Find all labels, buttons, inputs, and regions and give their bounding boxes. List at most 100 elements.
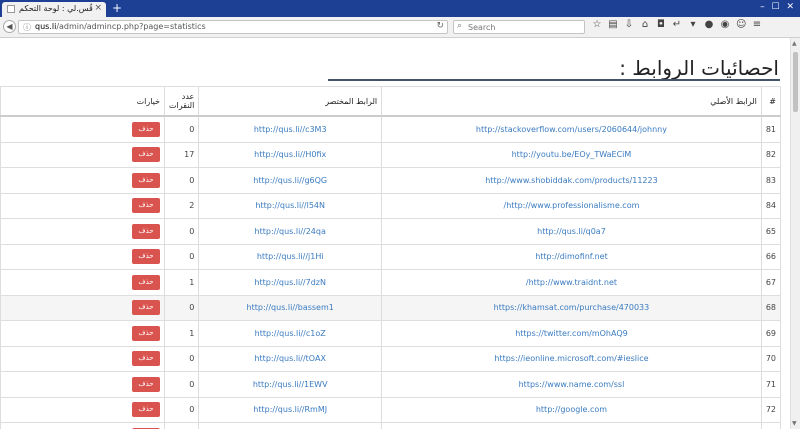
table-row: 83 http://www.shobiddak.com/products/1122… [0, 167, 782, 194]
tab-title: قُس.لي : لوحة التحكم [19, 4, 93, 13]
reload-icon[interactable]: ↻ [436, 21, 444, 31]
table-row: 70 https://ieonline.microsoft.com/#ieslic… [0, 345, 782, 372]
short-link-cell: http://qus.li//bassem1 [198, 294, 383, 321]
delete-button[interactable]: حذف [132, 198, 160, 214]
short-link[interactable]: http://qus.li//24qa [255, 227, 326, 236]
short-link[interactable]: http://qus.li//c3M3 [254, 125, 327, 134]
original-link[interactable]: http://www.professionalisme.com/ [504, 201, 640, 210]
short-link-cell [198, 422, 383, 429]
table-row: 71 https://www.name.com/ssl http://qus.li/… [0, 371, 782, 398]
short-link-cell: http://qus.li//tOAX [198, 345, 383, 372]
header-original-link: الرابط الأصلي [381, 86, 762, 117]
header-short-link: الرابط المختصر [198, 86, 383, 117]
original-link-cell: https://twitter.com/mOhAQ9 [381, 320, 762, 347]
menu-icon[interactable]: ≡ [752, 19, 762, 30]
delete-button[interactable]: حذف [132, 402, 160, 418]
row-index: 66 [760, 243, 782, 270]
delete-button[interactable]: حذف [132, 249, 160, 265]
original-link[interactable]: http://google.com [536, 405, 607, 414]
back-button-icon[interactable]: ◀ [3, 20, 16, 33]
window-controls[interactable]: – ☐ ✕ [760, 2, 796, 12]
page-scrollbar[interactable]: ▲ ▼ [790, 38, 800, 429]
original-link[interactable]: http://qus.li/q0a7 [537, 227, 606, 236]
delete-button[interactable]: حذف [132, 223, 160, 239]
browser-tab[interactable]: قُس.لي : لوحة التحكم × [2, 2, 106, 17]
original-link-cell: http://www.traidnt.net/ [381, 269, 762, 296]
short-link[interactable]: http://qus.li//c1oZ [255, 329, 326, 338]
search-input[interactable] [468, 21, 578, 33]
row-index: 83 [760, 167, 782, 194]
original-link[interactable]: http://youtu.be/EOy_TWaECiM [512, 150, 632, 159]
scroll-down-icon[interactable]: ▼ [792, 420, 797, 427]
click-count: 0 [163, 218, 200, 245]
tab-close-icon[interactable]: × [94, 3, 102, 13]
delete-button[interactable]: حذف [132, 121, 160, 137]
download-icon[interactable]: ⇩ [624, 19, 634, 30]
options-cell: حذف [0, 192, 165, 219]
smiley-icon[interactable]: ☺ [736, 19, 746, 30]
star-icon[interactable]: ☆ [592, 19, 602, 30]
scroll-up-icon[interactable]: ▲ [792, 40, 797, 47]
url-path: /admin/admincp.php?page=statistics [56, 22, 206, 31]
toolbar-icons: ☆ ▤ ⇩ ⌂ ◘ ↵ ▾ ● ◉ ☺ ≡ [592, 19, 762, 30]
delete-button[interactable]: حذف [132, 376, 160, 392]
original-link[interactable]: https://ieonline.microsoft.com/#ieslice [494, 354, 648, 363]
table-row: 72 http://google.com http://qus.li//RmMJ 0 ح… [0, 396, 782, 423]
home-icon[interactable]: ⌂ [640, 19, 650, 30]
page-title: احصائيات الروابط : [619, 56, 779, 80]
click-count: 2 [163, 192, 200, 219]
original-link-cell: http://www.professionalisme.com/ [381, 192, 762, 219]
click-count: 0 [163, 115, 200, 143]
short-link[interactable]: http://qus.li//bassem1 [247, 303, 334, 312]
scrollbar-thumb[interactable] [793, 52, 798, 112]
search-bar[interactable]: ⌕ [453, 20, 585, 34]
row-index: 68 [760, 294, 782, 321]
original-link[interactable]: http://www.shobiddak.com/products/11223 [485, 176, 657, 185]
url-bar[interactable]: ⓘ qus.li/admin/admincp.php?page=statisti… [18, 20, 448, 34]
options-cell: حذف [0, 167, 165, 194]
original-link[interactable]: https://khamsat.com/purchase/470033 [494, 303, 650, 312]
table-row: 73 حذف [0, 422, 782, 429]
click-count: 1 [163, 320, 200, 347]
original-link-cell: https://www.name.com/ssl [381, 371, 762, 398]
original-link[interactable]: http://dimofinf.net [535, 252, 608, 261]
original-link[interactable]: http://stackoverflow.com/users/2060644/j… [476, 125, 667, 134]
info-icon[interactable]: ⓘ [23, 22, 31, 33]
url-domain: qus.li [35, 22, 57, 31]
clipboard-icon[interactable]: ▤ [608, 19, 618, 30]
original-link[interactable]: http://www.traidnt.net/ [526, 278, 617, 287]
delete-button[interactable]: حذف [132, 147, 160, 163]
short-link[interactable]: http://qus.li//H0fix [254, 150, 326, 159]
original-link[interactable]: https://twitter.com/mOhAQ9 [515, 329, 628, 338]
table-row: 65 http://qus.li/q0a7 http://qus.li//24qa 0… [0, 218, 782, 245]
table-row: 69 https://twitter.com/mOhAQ9 http://qus.l… [0, 320, 782, 347]
delete-button[interactable]: حذف [132, 351, 160, 367]
short-link[interactable]: http://qus.li//1EWV [253, 380, 328, 389]
chat-icon[interactable]: ● [704, 19, 714, 30]
short-link-cell: http://qus.li//g6QG [198, 167, 383, 194]
bookmark-icon[interactable]: ▾ [688, 19, 698, 30]
original-link-cell: http://google.com [381, 396, 762, 423]
short-link-cell: http://qus.li//1EWV [198, 371, 383, 398]
delete-button[interactable]: حذف [132, 172, 160, 188]
click-count: 17 [163, 141, 200, 168]
delete-button[interactable]: حذف [132, 274, 160, 290]
short-link[interactable]: http://qus.li//7dzN [254, 278, 326, 287]
pocket-icon[interactable]: ◘ [656, 19, 666, 30]
short-link[interactable]: http://qus.li//g6QG [253, 176, 327, 185]
original-link[interactable]: https://www.name.com/ssl [519, 380, 625, 389]
original-link-cell: https://ieonline.microsoft.com/#ieslice [381, 345, 762, 372]
chat-icon-2[interactable]: ◉ [720, 19, 730, 30]
delete-button[interactable]: حذف [132, 300, 160, 316]
original-link-cell: http://stackoverflow.com/users/2060644/j… [381, 115, 762, 143]
short-link[interactable]: http://qus.li//RmMJ [253, 405, 327, 414]
short-link-cell: http://qus.li//j1Hi [198, 243, 383, 270]
new-tab-button[interactable]: + [112, 1, 122, 15]
short-link[interactable]: http://qus.li//j1Hi [257, 252, 324, 261]
short-link[interactable]: http://qus.li//tOAX [254, 354, 325, 363]
short-link[interactable]: http://qus.li//l54N [255, 201, 325, 210]
click-count [163, 422, 200, 429]
short-link-cell: http://qus.li//RmMJ [198, 396, 383, 423]
reply-icon[interactable]: ↵ [672, 19, 682, 30]
delete-button[interactable]: حذف [132, 325, 160, 341]
